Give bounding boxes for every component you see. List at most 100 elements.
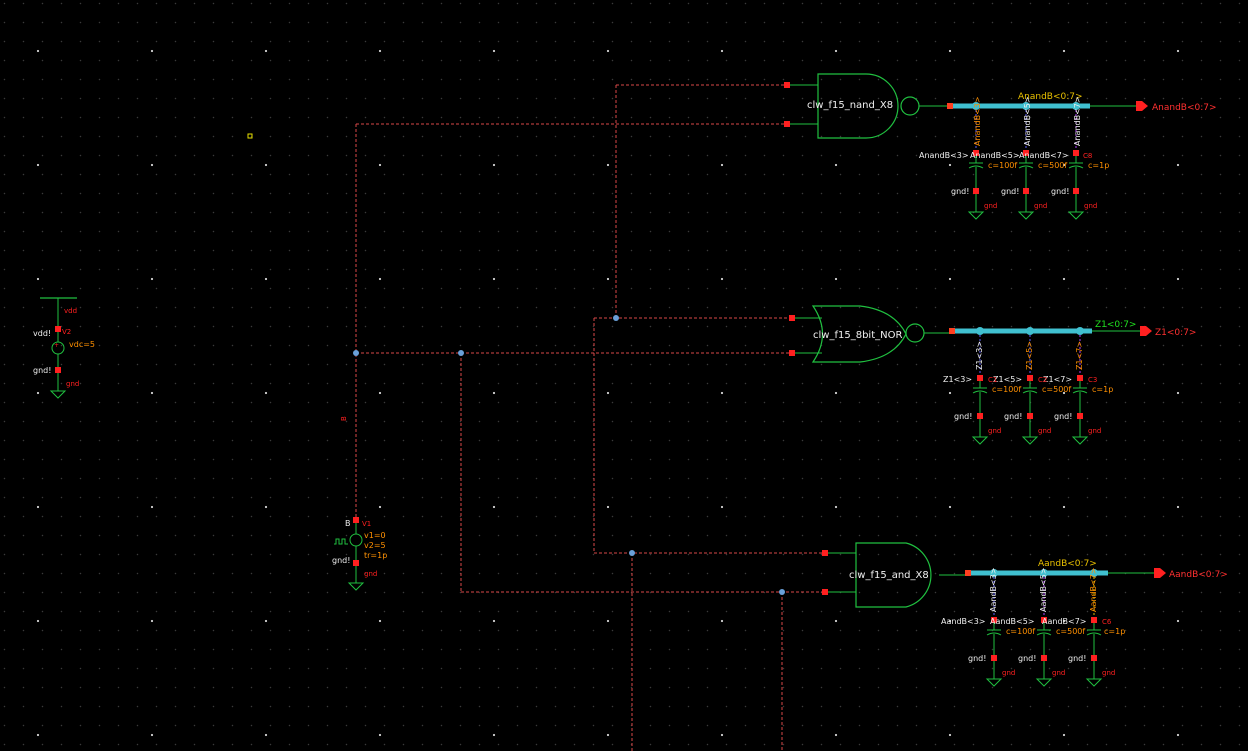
svg-text:+: + [54, 342, 59, 349]
output-pin-label: AnandB<0:7> [1152, 103, 1217, 113]
net-label: AnandB<5> [970, 151, 1020, 160]
and-gate[interactable]: clw_f15_and_X8 [822, 542, 968, 608]
vdd-source[interactable]: vdd vdd! V2 + vdc=5 gnd! gnd [33, 297, 95, 399]
gnd-label: gnd! [1051, 187, 1069, 196]
gnd-symbol-label: gnd [1052, 669, 1065, 677]
cap-value: c=1p [1088, 161, 1109, 170]
input-pin[interactable] [822, 550, 828, 556]
tap-label: AnandB<5> [1023, 96, 1032, 146]
output-pin-label: AandB<0:7> [1169, 570, 1228, 580]
net-label: Z1<7> [1043, 375, 1072, 384]
tap-label: Z1<5> [1025, 341, 1034, 370]
net-label: AandB<7> [1042, 617, 1087, 626]
gnd-label: gnd! [1054, 412, 1072, 421]
gnd-label: gnd! [954, 412, 972, 421]
tap-label: AandB<3> [989, 567, 998, 612]
gnd-symbol-label: gnd [364, 570, 377, 578]
ground-icon [347, 582, 365, 591]
nor-loads[interactable]: Z1<3> Z1<5> Z1<7> Z1<3> Z1<5> Z1<7> C1 C… [943, 335, 1113, 445]
pulse-icon [334, 538, 348, 545]
gate-instance-name: clw_f15_8bit_NOR [813, 330, 902, 341]
junction-dot [613, 315, 619, 321]
tap-label: AnandB<7> [1073, 96, 1082, 146]
output-pin-arrow[interactable] [1154, 568, 1166, 578]
input-pin[interactable] [784, 121, 790, 127]
output-pin-arrow[interactable] [1140, 326, 1152, 336]
inverter-bubble [905, 323, 925, 343]
gnd-symbol-label: gnd [1102, 669, 1115, 677]
junction-dot [458, 350, 464, 356]
gnd-label: gnd! [1068, 654, 1086, 663]
input-pin[interactable] [784, 82, 790, 88]
wire-group[interactable] [355, 84, 825, 751]
cap-value: c=100f [1006, 627, 1035, 636]
nand-loads[interactable]: AnandB<3> AnandB<5> AnandB<7> AnandB<3> … [919, 96, 1109, 220]
cap-name: C6 [1102, 618, 1112, 626]
gnd-symbol-label: gnd [66, 380, 79, 388]
tap-label: Z1<3> [975, 341, 984, 370]
gnd-label: gnd! [968, 654, 986, 663]
source-param: tr=1p [364, 551, 387, 560]
gnd-symbol-label: gnd [1038, 427, 1051, 435]
nand-gate[interactable]: clw_f15_nand_X8 [784, 73, 950, 139]
gnd-label: gnd! [33, 366, 51, 375]
gate-instance-name: clw_f15_nand_X8 [807, 100, 893, 111]
net-label: Z1<5> [993, 375, 1022, 384]
and-loads[interactable]: AandB<3> AandB<5> AandB<7> AandB<3> Aand… [941, 567, 1125, 687]
bus-label: Z1<0:7> [1095, 320, 1136, 330]
net-label: AandB<5> [990, 617, 1035, 626]
vdd-net-label: vdd! [33, 329, 51, 338]
gate-instance-name: clw_f15_and_X8 [849, 570, 929, 581]
cap-value: c=500f [1038, 161, 1067, 170]
cap-name: C1 [988, 376, 997, 384]
ground-icon [49, 390, 67, 399]
gnd-symbol-label: gnd [1088, 427, 1101, 435]
cap-name: C2 [1038, 376, 1047, 384]
gnd-label: gnd! [1004, 412, 1022, 421]
source-param: v2=5 [364, 541, 386, 550]
source-name: V2 [62, 328, 71, 336]
vdd-label: vdd [64, 307, 77, 315]
cap-value: c=500f [1056, 627, 1085, 636]
net-label: AnandB<3> [919, 151, 969, 160]
source-net-label: B [345, 519, 351, 528]
gnd-symbol-label: gnd [1084, 202, 1097, 210]
source-name: V1 [362, 520, 371, 528]
net-label: AandB<3> [941, 617, 986, 626]
cap-value: c=1p [1092, 385, 1113, 394]
nor-output-bus[interactable]: Z1<0:7> Z1<0:7> [949, 320, 1196, 338]
gnd-label: gnd! [951, 187, 969, 196]
output-pin[interactable] [965, 570, 971, 576]
cap-name: C3 [1088, 376, 1097, 384]
source-symbol [349, 533, 363, 547]
inverter-bubble [900, 96, 920, 116]
input-pin[interactable] [789, 315, 795, 321]
tap-label: AandB<7> [1089, 567, 1098, 612]
gnd-symbol-label: gnd [988, 427, 1001, 435]
source-param: vdc=5 [69, 340, 95, 349]
gnd-symbol-label: gnd [1002, 669, 1015, 677]
cap-value: c=100f [992, 385, 1021, 394]
input-pin[interactable] [822, 589, 828, 595]
input-pin[interactable] [789, 350, 795, 356]
pulse-source[interactable]: B V1 v1=0 v2=5 tr=1p gnd! gnd [332, 517, 387, 591]
output-pin-arrow[interactable] [1136, 101, 1148, 111]
output-pin[interactable] [947, 103, 953, 109]
cap-value: c=500f [1042, 385, 1071, 394]
gnd-symbol-label: gnd [984, 202, 997, 210]
tap-label: AnandB<3> [973, 96, 982, 146]
cap-name: C8 [1083, 152, 1092, 160]
tap-label: Z1<7> [1075, 341, 1084, 370]
junction-dot [779, 589, 785, 595]
marker [247, 133, 253, 139]
output-pin-label: Z1<0:7> [1155, 328, 1196, 338]
wire-label: B [340, 416, 348, 421]
nor-gate[interactable]: clw_f15_8bit_NOR [789, 305, 952, 363]
junction-dot [629, 550, 635, 556]
junction-dot [353, 350, 359, 356]
cap-value: c=100f [988, 161, 1017, 170]
net-label: Z1<3> [943, 375, 972, 384]
schematic-drawing[interactable]: B clw_f15_nand_X8 AnandB<0:7> AnandB<0:7… [0, 0, 1248, 751]
cap-value: c=1p [1104, 627, 1125, 636]
output-pin[interactable] [949, 328, 955, 334]
